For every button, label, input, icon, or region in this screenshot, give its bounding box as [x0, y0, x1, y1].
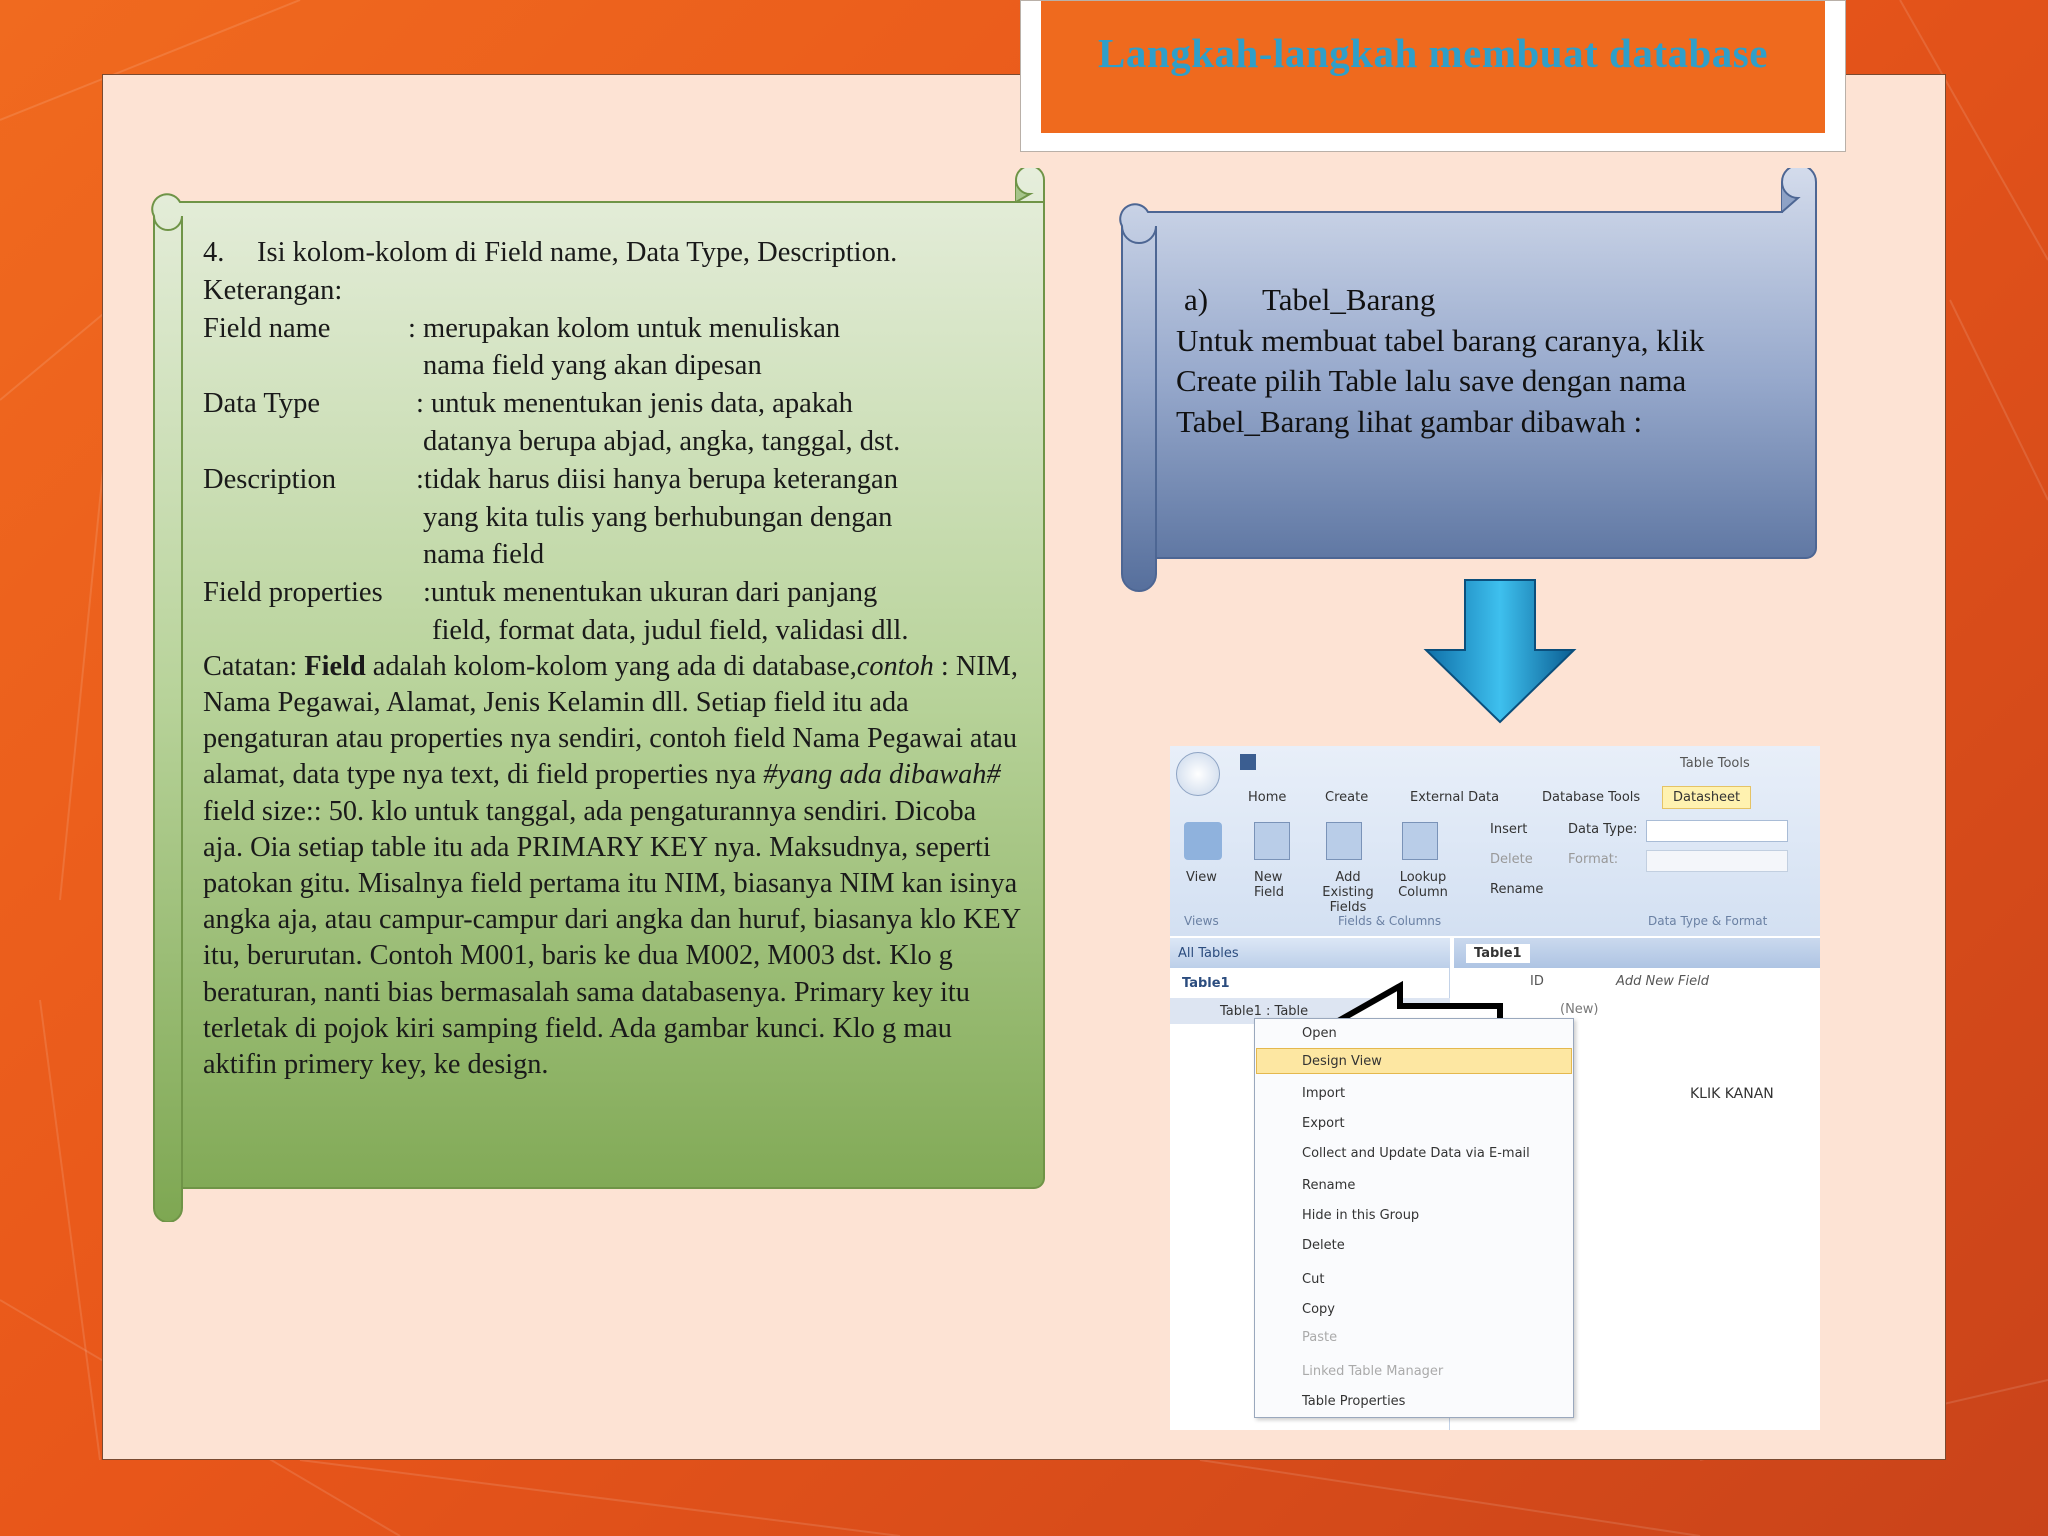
datatype-group-label: Data Type & Format [1648, 914, 1768, 928]
nav-group-table1[interactable]: Table1 [1182, 976, 1230, 991]
item-line-3: Tabel_Barang lihat gambar dibawah : [1176, 403, 1643, 439]
document-tab-table1[interactable]: Table1 [1466, 944, 1530, 963]
tab-external-data[interactable]: External Data [1410, 790, 1499, 805]
heading-text: Isi kolom-kolom di Field name, Data Type… [257, 237, 898, 268]
menu-rename[interactable]: Rename [1302, 1178, 1355, 1193]
data-type-select[interactable] [1646, 820, 1788, 842]
new-field-icon[interactable] [1254, 822, 1290, 860]
menu-hide[interactable]: Hide in this Group [1302, 1208, 1419, 1223]
menu-paste[interactable]: Paste [1302, 1330, 1337, 1345]
menu-design-view[interactable]: Design View [1302, 1054, 1382, 1069]
menu-delete[interactable]: Delete [1302, 1238, 1345, 1253]
catatan-paragraph: Catatan: Field adalah kolom-kolom yang a… [203, 650, 1021, 1080]
menu-linked-table-manager[interactable]: Linked Table Manager [1302, 1364, 1443, 1379]
table-tools-label: Table Tools [1680, 756, 1750, 771]
format-label: Format: [1568, 852, 1619, 867]
menu-open[interactable]: Open [1302, 1026, 1337, 1041]
add-existing-icon[interactable] [1326, 822, 1362, 860]
insert-button[interactable]: Insert [1490, 822, 1527, 837]
item-title: Tabel_Barang [1262, 282, 1436, 317]
view-button[interactable]: View [1186, 870, 1217, 885]
menu-collect-data[interactable]: Collect and Update Data via E-mail [1302, 1146, 1530, 1161]
item-line-2: Create pilih Table lalu save dengan nama [1176, 363, 1687, 398]
item-line-1: Untuk membuat tabel barang caranya, klik [1176, 322, 1705, 358]
view-icon[interactable] [1184, 822, 1222, 860]
tab-create[interactable]: Create [1325, 790, 1368, 805]
description-label: Description [203, 463, 336, 495]
item-number: a) [1184, 282, 1209, 317]
nav-item-table1[interactable]: Table1 : Table [1220, 1004, 1308, 1019]
title-box: Langkah-langkah membuat database [1020, 0, 1846, 152]
column-id[interactable]: ID [1530, 974, 1544, 989]
office-button[interactable] [1176, 752, 1220, 796]
format-select[interactable] [1646, 850, 1788, 872]
lookup-icon[interactable] [1402, 822, 1438, 860]
new-field-button[interactable]: New Field [1254, 870, 1294, 900]
rename-button[interactable]: Rename [1490, 882, 1543, 897]
delete-button[interactable]: Delete [1490, 852, 1533, 867]
new-record-row[interactable]: (New) [1560, 1002, 1599, 1017]
blue-panel-text: a) Tabel_Barang Untuk membuat tabel bara… [1176, 280, 1796, 442]
tab-datasheet[interactable]: Datasheet [1662, 786, 1752, 809]
tab-database-tools[interactable]: Database Tools [1542, 790, 1640, 805]
klik-kanan-note: KLIK KANAN [1690, 1086, 1774, 1102]
add-existing-fields-button[interactable]: Add Existing Fields [1308, 870, 1388, 915]
menu-import[interactable]: Import [1302, 1086, 1345, 1101]
arrow-down-icon [1423, 579, 1577, 724]
heading-number: 4. [203, 237, 225, 268]
data-type-label: Data Type: [1568, 822, 1638, 837]
access-screenshot: Table Tools Home Create External Data Da… [1170, 746, 1820, 1430]
menu-export[interactable]: Export [1302, 1116, 1345, 1131]
column-add-new-field[interactable]: Add New Field [1616, 974, 1709, 989]
save-icon[interactable] [1240, 754, 1256, 770]
menu-table-properties[interactable]: Table Properties [1302, 1394, 1405, 1409]
slide-title: Langkah-langkah membuat database [1098, 30, 1768, 76]
field-properties-label: Field properties [203, 577, 383, 609]
menu-cut[interactable]: Cut [1302, 1272, 1324, 1287]
lookup-column-button[interactable]: Lookup Column [1398, 870, 1448, 900]
field-name-label: Field name [203, 312, 331, 344]
keterangan-label: Keterangan: [203, 274, 343, 306]
fields-group-label: Fields & Columns [1338, 914, 1442, 928]
views-group-label: Views [1184, 914, 1219, 928]
green-panel-text: 4. Isi kolom-kolom di Field name, Data T… [203, 234, 1023, 1083]
all-tables-label[interactable]: All Tables [1178, 946, 1239, 961]
data-type-label: Data Type [203, 388, 320, 420]
menu-copy[interactable]: Copy [1302, 1302, 1335, 1317]
tab-home[interactable]: Home [1248, 790, 1286, 805]
